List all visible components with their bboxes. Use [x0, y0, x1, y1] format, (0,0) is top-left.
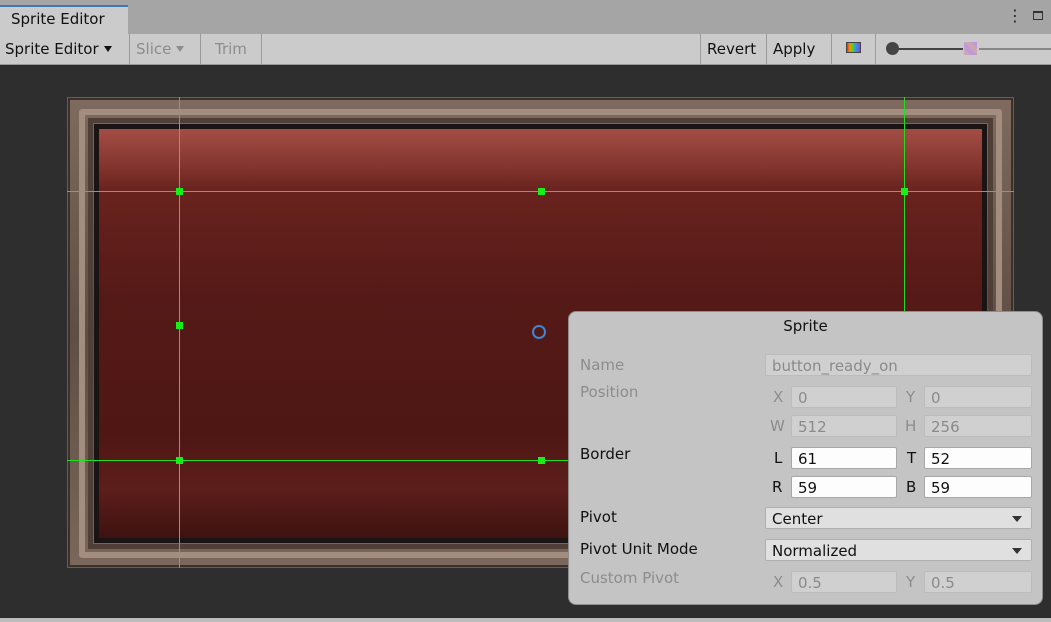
sprite-editor-dropdown[interactable]: Sprite Editor: [0, 34, 130, 64]
r-axis-label: R: [772, 478, 783, 496]
pivot-label: Pivot: [580, 508, 617, 526]
trim-button[interactable]: Trim: [201, 34, 262, 64]
custom-pivot-label: Custom Pivot: [580, 569, 680, 587]
pivot-unit-mode-value: Normalized: [772, 542, 858, 560]
border-right-field[interactable]: 59: [791, 476, 897, 498]
pivot-dropdown[interactable]: Center: [765, 507, 1032, 529]
slice-label: Slice: [136, 40, 172, 58]
position-y-field[interactable]: 0: [924, 386, 1032, 408]
custom-pivot-x-label: X: [773, 573, 784, 591]
custom-pivot-x-field[interactable]: 0.5: [791, 571, 897, 593]
position-x-field[interactable]: 0: [791, 386, 897, 408]
t-axis-label: T: [907, 449, 917, 467]
custom-pivot-y-field[interactable]: 0.5: [924, 571, 1032, 593]
border-bottom-field[interactable]: 59: [924, 476, 1032, 498]
zoom-slider-track[interactable]: [893, 48, 963, 50]
slice-dropdown[interactable]: Slice: [130, 34, 201, 64]
border-left-field[interactable]: 61: [791, 447, 897, 469]
border-handle-bottom[interactable]: [538, 457, 545, 464]
pivot-unit-mode-label: Pivot Unit Mode: [580, 540, 698, 558]
sprite-inspector-panel: Sprite Name button_ready_on Position X 0…: [568, 311, 1043, 605]
rgb-channels-icon[interactable]: [846, 42, 861, 53]
border-left-guide[interactable]: [179, 97, 180, 568]
maximize-icon[interactable]: [1033, 11, 1043, 20]
x-axis-label: X: [773, 388, 784, 406]
border-handle-left[interactable]: [176, 322, 183, 329]
status-strip: [0, 618, 1051, 622]
height-field[interactable]: 256: [924, 415, 1032, 437]
zoom-slider-thumb[interactable]: [886, 42, 899, 55]
h-axis-label: H: [905, 417, 917, 435]
tab-sprite-editor[interactable]: Sprite Editor: [0, 5, 128, 34]
width-field[interactable]: 512: [791, 415, 897, 437]
border-handle-top-left[interactable]: [176, 188, 183, 195]
name-label: Name: [580, 356, 625, 374]
name-field[interactable]: button_ready_on: [765, 354, 1032, 376]
mip-level-icon: [964, 42, 977, 55]
l-axis-label: L: [774, 449, 783, 467]
b-axis-label: B: [906, 478, 917, 496]
apply-button[interactable]: Apply: [767, 34, 832, 64]
pivot-value: Center: [772, 510, 823, 528]
border-label: Border: [580, 445, 631, 463]
border-top-field[interactable]: 52: [924, 447, 1032, 469]
pivot-handle[interactable]: [532, 325, 546, 339]
panel-title: Sprite: [783, 317, 828, 335]
border-handle-bottom-left[interactable]: [176, 457, 183, 464]
w-axis-label: W: [770, 417, 785, 435]
tab-bar: Sprite Editor ⋮: [0, 0, 1051, 34]
custom-pivot-y-label: Y: [906, 573, 916, 591]
border-handle-top-right[interactable]: [901, 188, 908, 195]
position-label: Position: [580, 383, 639, 401]
border-handle-top[interactable]: [538, 188, 545, 195]
pivot-unit-mode-dropdown[interactable]: Normalized: [765, 539, 1032, 561]
chevron-down-icon: [1012, 516, 1022, 522]
chevron-down-icon: [176, 46, 185, 52]
y-axis-label: Y: [906, 388, 916, 406]
mip-slider-track[interactable]: [979, 48, 1051, 50]
sprite-editor-label: Sprite Editor: [5, 40, 99, 58]
kebab-menu-icon[interactable]: ⋮: [1007, 6, 1023, 25]
chevron-down-icon: [1012, 548, 1022, 554]
chevron-down-icon: [103, 46, 112, 52]
revert-button[interactable]: Revert: [701, 34, 767, 64]
